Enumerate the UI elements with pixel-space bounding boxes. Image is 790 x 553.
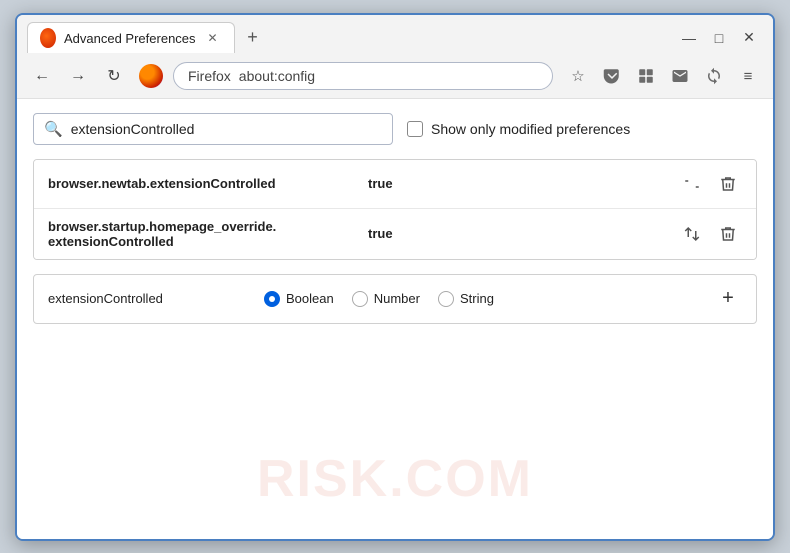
radio-boolean-circle — [264, 291, 280, 307]
refresh-button[interactable]: ↻ — [99, 61, 129, 91]
search-input-wrap[interactable]: 🔍 — [33, 113, 393, 145]
new-tab-button[interactable]: + — [239, 24, 267, 52]
maximize-button[interactable]: □ — [705, 24, 733, 52]
radio-string-circle — [438, 291, 454, 307]
radio-string-label: String — [460, 291, 494, 306]
new-pref-name: extensionControlled — [48, 291, 248, 306]
search-row: 🔍 Show only modified preferences — [33, 113, 757, 145]
tab-favicon — [40, 30, 56, 46]
minimize-button[interactable]: — — [675, 24, 703, 52]
close-button[interactable]: ✕ — [735, 24, 763, 52]
radio-boolean[interactable]: Boolean — [264, 291, 334, 307]
add-pref-row: extensionControlled Boolean Number Strin… — [33, 274, 757, 324]
pref-value: true — [368, 226, 678, 241]
content-area: 🔍 Show only modified preferences browser… — [17, 99, 773, 539]
delete-button[interactable] — [714, 170, 742, 198]
swap-button[interactable] — [678, 170, 706, 198]
address-bar[interactable]: Firefox about:config — [173, 62, 553, 90]
radio-string[interactable]: String — [438, 291, 494, 307]
pocket-icon[interactable] — [597, 61, 627, 91]
pref-name: browser.startup.homepage_override. exten… — [48, 219, 368, 249]
radio-boolean-label: Boolean — [286, 291, 334, 306]
tab-label: Advanced Preferences — [64, 31, 196, 46]
preferences-table: browser.newtab.extensionControlled true … — [33, 159, 757, 260]
forward-button[interactable]: → — [63, 61, 93, 91]
radio-number-circle — [352, 291, 368, 307]
pref-value: true — [368, 176, 678, 191]
show-modified-checkbox[interactable] — [407, 121, 423, 137]
table-row: browser.startup.homepage_override. exten… — [34, 209, 756, 259]
type-radio-group: Boolean Number String — [264, 291, 494, 307]
table-row: browser.newtab.extensionControlled true — [34, 160, 756, 209]
search-icon: 🔍 — [44, 120, 63, 138]
search-input[interactable] — [71, 121, 382, 137]
add-pref-button[interactable]: + — [714, 285, 742, 313]
menu-icon[interactable]: ≡ — [733, 61, 763, 91]
bookmark-icon[interactable]: ☆ — [563, 61, 593, 91]
browser-window: Advanced Preferences ✕ + — □ ✕ ← → ↻ Fir… — [15, 13, 775, 541]
pref-name: browser.newtab.extensionControlled — [48, 176, 368, 191]
pref-actions — [678, 220, 742, 248]
tab-close-button[interactable]: ✕ — [204, 29, 222, 47]
window-controls: — □ ✕ — [675, 24, 763, 52]
nav-icons: ☆ ≡ — [563, 61, 763, 91]
pref-actions — [678, 170, 742, 198]
delete-button[interactable] — [714, 220, 742, 248]
firefox-logo — [137, 62, 165, 90]
mail-icon[interactable] — [665, 61, 695, 91]
navigation-bar: ← → ↻ Firefox about:config ☆ ≡ — [17, 55, 773, 99]
extension-icon[interactable] — [631, 61, 661, 91]
watermark: RISK.COM — [257, 449, 533, 509]
title-bar: Advanced Preferences ✕ + — □ ✕ — [17, 15, 773, 55]
swap-button[interactable] — [678, 220, 706, 248]
active-tab[interactable]: Advanced Preferences ✕ — [27, 22, 235, 53]
show-modified-wrap: Show only modified preferences — [407, 121, 630, 137]
back-button[interactable]: ← — [27, 61, 57, 91]
radio-number[interactable]: Number — [352, 291, 420, 307]
address-url: about:config — [239, 68, 315, 84]
sync-icon[interactable] — [699, 61, 729, 91]
show-modified-label: Show only modified preferences — [431, 121, 630, 137]
radio-number-label: Number — [374, 291, 420, 306]
site-name: Firefox — [188, 68, 231, 84]
